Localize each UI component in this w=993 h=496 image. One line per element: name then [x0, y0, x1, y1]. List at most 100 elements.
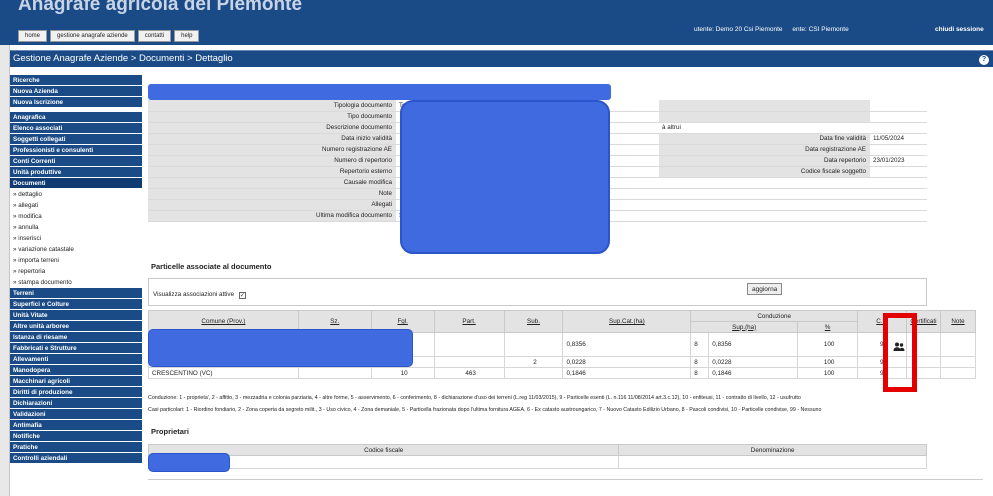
cell-supha: 0,1846	[708, 367, 799, 379]
divider	[148, 479, 983, 480]
legend-casi-particolari: Casi particolari: 1 - Riordino fondiario…	[148, 407, 822, 413]
sidebar-item[interactable]: Allevamenti	[10, 354, 142, 365]
col-supha[interactable]: Sup.(ha)	[690, 321, 799, 333]
sidebar-item[interactable]: Macchinari agricoli	[10, 376, 142, 387]
detail-label: Numero di repertorio	[148, 155, 396, 167]
col-perc[interactable]: %	[797, 321, 859, 333]
sidebar-item[interactable]: » repertoria	[10, 266, 142, 277]
app-title: Anagrafe agricola del Piemonte	[18, 0, 303, 15]
col-supcat[interactable]: Sup.Cat.(ha)	[562, 310, 692, 333]
cell-note	[939, 332, 977, 357]
highlight-annotation	[883, 313, 917, 392]
detail-label: Tipo documento	[148, 111, 396, 123]
detail-label: Data fine validità	[659, 133, 870, 145]
col-sub[interactable]: Sub.	[503, 310, 564, 333]
cell-note	[939, 356, 977, 368]
logout-link[interactable]: chiudi sessione	[935, 26, 984, 33]
user-name: utente: Demo 20 Csi Piemonte	[694, 26, 783, 33]
sidebar-item[interactable]: Anagrafica	[10, 112, 142, 123]
detail-label: Codice fiscale soggetto	[659, 166, 870, 178]
redaction-block	[148, 453, 230, 472]
particelle-filter-box: Visualizza associazioni attive ✓ aggiorn…	[148, 278, 927, 306]
detail-value	[870, 144, 927, 156]
sidebar-item[interactable]: » modifica	[10, 211, 142, 222]
tab-home[interactable]: home	[18, 30, 48, 42]
sidebar-item[interactable]: » annulla	[10, 222, 142, 233]
sidebar-item[interactable]: » allegati	[10, 200, 142, 211]
cell-supcat: 0,8356	[562, 332, 692, 357]
detail-value: 11/05/2024	[870, 133, 927, 145]
detail-label: Tipologia documento	[148, 100, 396, 112]
cell-sub: 2	[503, 356, 564, 368]
breadcrumb-bar: Gestione Anagrafe Aziende > Documenti > …	[10, 50, 993, 67]
redaction-block	[148, 329, 413, 367]
top-header: Anagrafe agricola del Piemonte home gest…	[0, 0, 993, 45]
sidebar-item[interactable]: Antimafia	[10, 420, 142, 431]
active-associations-label: Visualizza associazioni attive	[153, 291, 235, 298]
sidebar-item[interactable]: Pratiche	[10, 442, 142, 453]
sidebar-item[interactable]: Nuova Iscrizione	[10, 97, 142, 108]
cell-note	[939, 367, 977, 379]
detail-label: Numero registrazione AE	[148, 144, 396, 156]
col-note[interactable]: Note	[939, 310, 977, 333]
sidebar-item[interactable]: Diritti di produzione	[10, 387, 142, 398]
detail-label: Repertorio esterno	[148, 166, 396, 178]
sidebar-item[interactable]: Terreni	[10, 288, 142, 299]
sidebar-item[interactable]: Soggetti collegati	[10, 134, 142, 145]
tab-contatti[interactable]: contatti	[137, 30, 172, 42]
sidebar-item[interactable]: Dichiarazioni	[10, 398, 142, 409]
detail-value: à altrui	[659, 122, 927, 134]
sidebar-item[interactable]: Controlli aziendali	[10, 453, 142, 464]
help-icon[interactable]: ?	[979, 55, 989, 65]
sidebar-item[interactable]: Elenco associati	[10, 123, 142, 134]
sidebar-item[interactable]: Nuova Azienda	[10, 86, 142, 97]
cell-part	[433, 332, 505, 357]
left-gutter	[0, 45, 10, 496]
sidebar-item[interactable]: Professionisti e consulenti	[10, 145, 142, 156]
active-associations-checkbox[interactable]: ✓	[238, 292, 246, 299]
detail-value	[659, 210, 927, 222]
cell-supcat: 0,1846	[562, 367, 692, 379]
cell-fgl: 10	[370, 367, 435, 379]
sidebar-item[interactable]: Unità Vitate	[10, 310, 142, 321]
detail-value	[870, 100, 927, 112]
col-part[interactable]: Part.	[433, 310, 505, 333]
sidebar-item[interactable]: Conti Correnti	[10, 156, 142, 167]
sidebar-item[interactable]: » importa terreni	[10, 255, 142, 266]
cell-sub	[503, 332, 564, 357]
sidebar-item[interactable]: Notifiche	[10, 431, 142, 442]
table-row	[147, 455, 927, 469]
detail-value	[870, 111, 927, 123]
active-associations-filter: Visualizza associazioni attive ✓	[153, 291, 246, 299]
sidebar-item[interactable]: Documenti	[10, 178, 142, 189]
tab-gestione-anagrafe[interactable]: gestione anagrafe aziende	[50, 30, 135, 42]
sidebar-item[interactable]: » variazione catastale	[10, 244, 142, 255]
cell-sz	[297, 367, 372, 379]
table-row: CRESCENTINO (VC) 10 463 0,1846 8 0,1846 100 99	[148, 367, 977, 379]
cell-part	[433, 356, 505, 368]
detail-label: Ultima modifica documento	[148, 210, 396, 222]
sidebar-item[interactable]: Ricerche	[10, 75, 142, 86]
sidebar-item[interactable]: Istanza di riesame	[10, 332, 142, 343]
sidebar-item[interactable]: Fabbricati e Strutture	[10, 343, 142, 354]
aggiorna-button[interactable]: aggiorna	[747, 283, 783, 295]
user-ente: ente: CSI Piemonte	[792, 26, 849, 33]
redaction-block	[400, 100, 610, 254]
sidebar-item[interactable]: » inserisci	[10, 233, 142, 244]
sidebar-item[interactable]: Manodopera	[10, 365, 142, 376]
proprietari-table: Codice fiscale Denominazione	[147, 444, 927, 469]
breadcrumb: Gestione Anagrafe Aziende > Documenti > …	[13, 53, 233, 64]
detail-label: Data repertorio	[659, 155, 870, 167]
detail-value	[659, 177, 927, 189]
user-info: utente: Demo 20 Csi Piemonte ente: CSI P…	[694, 26, 857, 33]
sidebar-item[interactable]: Validazioni	[10, 409, 142, 420]
redacted-title	[148, 84, 611, 100]
sidebar-item[interactable]: Unità produttive	[10, 167, 142, 178]
sidebar-item[interactable]: Superfici e Colture	[10, 299, 142, 310]
sidebar-item[interactable]: » dettaglio	[10, 189, 142, 200]
cell-den	[618, 455, 927, 469]
certificati-persons-icon[interactable]	[893, 342, 905, 352]
sidebar-item[interactable]: Altre unità arboree	[10, 321, 142, 332]
sidebar-item[interactable]: » stampa documento	[10, 277, 142, 288]
tab-help[interactable]: help	[174, 30, 200, 42]
